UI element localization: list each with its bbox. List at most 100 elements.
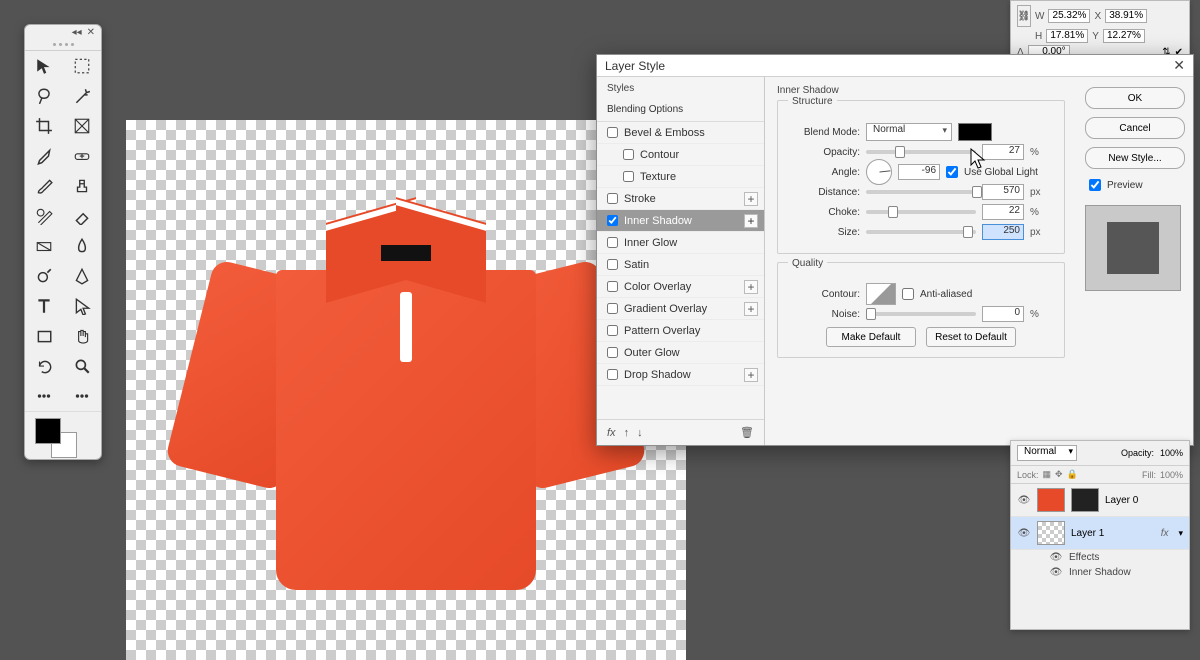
style-checkbox[interactable]	[607, 347, 618, 358]
rectangle-tool[interactable]	[25, 321, 63, 351]
styles-header[interactable]: Styles	[597, 77, 764, 100]
y-field[interactable]: 12.27%	[1103, 29, 1145, 43]
more-tools[interactable]	[63, 381, 101, 411]
style-bevel-emboss[interactable]: Bevel & Emboss	[597, 122, 764, 144]
move-tool[interactable]	[25, 51, 63, 81]
style-stroke[interactable]: Stroke+	[597, 188, 764, 210]
distance-field[interactable]: 570	[982, 184, 1024, 200]
cancel-button[interactable]: Cancel	[1085, 117, 1185, 139]
blur-tool[interactable]	[63, 231, 101, 261]
contour-picker[interactable]	[866, 283, 896, 305]
layer-name[interactable]: Layer 0	[1105, 495, 1138, 506]
fx-badge[interactable]: fx	[1161, 528, 1169, 539]
zoom-tool[interactable]	[63, 351, 101, 381]
brush-tool[interactable]	[25, 171, 63, 201]
tools-palette[interactable]: ◂◂ ✕	[24, 24, 102, 460]
reset-default-button[interactable]: Reset to Default	[926, 327, 1016, 347]
height-field[interactable]: 17.81%	[1046, 29, 1088, 43]
dodge-tool[interactable]	[25, 261, 63, 291]
visibility-icon[interactable]: 👁	[1017, 495, 1031, 506]
add-effect-icon[interactable]: +	[744, 302, 758, 316]
move-up-icon[interactable]: ↑	[624, 427, 630, 439]
crop-tool[interactable]	[25, 111, 63, 141]
move-down-icon[interactable]: ↓	[637, 427, 643, 439]
blending-options[interactable]: Blending Options	[597, 100, 764, 122]
frame-tool[interactable]	[63, 111, 101, 141]
style-contour[interactable]: Contour	[597, 144, 764, 166]
style-checkbox[interactable]	[607, 369, 618, 380]
style-checkbox[interactable]	[623, 149, 634, 160]
style-satin[interactable]: Satin	[597, 254, 764, 276]
preview-checkbox[interactable]	[1089, 179, 1101, 191]
new-style-button[interactable]: New Style...	[1085, 147, 1185, 169]
x-field[interactable]: 38.91%	[1105, 9, 1147, 23]
collapse-icon[interactable]: ◂◂	[70, 27, 84, 39]
foreground-color-swatch[interactable]	[35, 418, 61, 444]
add-effect-icon[interactable]: +	[744, 280, 758, 294]
chevron-down-icon[interactable]: ▾	[1174, 528, 1183, 539]
fill-value[interactable]: 100%	[1160, 470, 1183, 480]
gradient-tool[interactable]	[25, 231, 63, 261]
blend-mode-select[interactable]: Normal	[866, 123, 952, 141]
healing-brush-tool[interactable]	[63, 141, 101, 171]
close-icon[interactable]: ✕	[85, 27, 97, 39]
fx-menu-icon[interactable]: fx	[607, 427, 616, 439]
close-button[interactable]: ✕	[1173, 57, 1185, 74]
path-selection-tool[interactable]	[63, 291, 101, 321]
marquee-tool[interactable]	[63, 51, 101, 81]
visibility-icon[interactable]: 👁	[1049, 552, 1063, 563]
magic-wand-tool[interactable]	[63, 81, 101, 111]
anti-aliased-checkbox[interactable]	[902, 288, 914, 300]
choke-field[interactable]: 22	[982, 204, 1024, 220]
eraser-tool[interactable]	[63, 201, 101, 231]
layer-row-1[interactable]: 👁 Layer 1 fx ▾	[1011, 517, 1189, 550]
style-checkbox[interactable]	[607, 281, 618, 292]
lock-all-icon[interactable]: 🔒	[1067, 469, 1078, 480]
effect-inner-shadow[interactable]: 👁 Inner Shadow	[1011, 565, 1189, 580]
link-wh-icon[interactable]: ⛓	[1017, 5, 1031, 27]
style-checkbox[interactable]	[607, 237, 618, 248]
visibility-icon[interactable]: 👁	[1049, 567, 1063, 578]
angle-field[interactable]: -96	[898, 164, 940, 180]
style-checkbox[interactable]	[607, 215, 618, 226]
use-global-light-checkbox[interactable]	[946, 166, 958, 178]
style-inner-shadow[interactable]: Inner Shadow+	[597, 210, 764, 232]
size-field[interactable]: 250	[982, 224, 1024, 240]
lasso-tool[interactable]	[25, 81, 63, 111]
style-inner-glow[interactable]: Inner Glow	[597, 232, 764, 254]
noise-field[interactable]: 0	[982, 306, 1024, 322]
layer-row-0[interactable]: 👁 Layer 0	[1011, 484, 1189, 517]
size-slider[interactable]	[866, 230, 976, 234]
style-outer-glow[interactable]: Outer Glow	[597, 342, 764, 364]
lock-pixels-icon[interactable]: ▦	[1043, 469, 1052, 480]
opacity-slider[interactable]	[866, 150, 976, 154]
style-drop-shadow[interactable]: Drop Shadow+	[597, 364, 764, 386]
add-effect-icon[interactable]: +	[744, 214, 758, 228]
angle-dial[interactable]	[866, 159, 892, 185]
layer-opacity-value[interactable]: 100%	[1160, 448, 1183, 458]
trash-icon[interactable]: 🗑	[740, 426, 754, 439]
style-checkbox[interactable]	[607, 303, 618, 314]
clone-stamp-tool[interactable]	[63, 171, 101, 201]
style-pattern-overlay[interactable]: Pattern Overlay	[597, 320, 764, 342]
pen-tool[interactable]	[63, 261, 101, 291]
style-checkbox[interactable]	[607, 325, 618, 336]
style-color-overlay[interactable]: Color Overlay+	[597, 276, 764, 298]
style-gradient-overlay[interactable]: Gradient Overlay+	[597, 298, 764, 320]
width-field[interactable]: 25.32%	[1048, 9, 1090, 23]
make-default-button[interactable]: Make Default	[826, 327, 916, 347]
edit-toolbar-tool[interactable]	[25, 381, 63, 411]
add-effect-icon[interactable]: +	[744, 192, 758, 206]
hand-tool[interactable]	[63, 321, 101, 351]
choke-slider[interactable]	[866, 210, 976, 214]
rotate-tool[interactable]	[25, 351, 63, 381]
blend-mode-dropdown[interactable]: Normal	[1017, 445, 1077, 461]
ok-button[interactable]: OK	[1085, 87, 1185, 109]
type-tool[interactable]	[25, 291, 63, 321]
noise-slider[interactable]	[866, 312, 976, 316]
shadow-color-chip[interactable]	[958, 123, 992, 141]
distance-slider[interactable]	[866, 190, 976, 194]
color-swatches[interactable]	[25, 411, 101, 459]
layer-name[interactable]: Layer 1	[1071, 528, 1104, 539]
effects-row[interactable]: 👁 Effects	[1011, 550, 1189, 565]
